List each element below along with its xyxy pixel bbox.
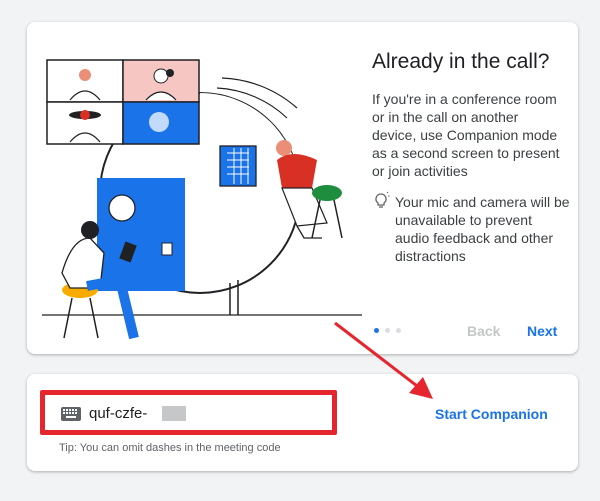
slide-description: If you're in a conference room or in the…: [372, 91, 560, 179]
meeting-code-field[interactable]: [40, 390, 337, 435]
companion-mode-intro-card: Already in the call? If you're in a conf…: [27, 22, 578, 354]
mic-camera-note: Your mic and camera will be unavailable …: [395, 194, 570, 264]
pagination-dot[interactable]: [396, 328, 401, 333]
keyboard-icon: [61, 407, 81, 421]
meeting-code-tip: Tip: You can omit dashes in the meeting …: [59, 442, 281, 454]
start-companion-button[interactable]: Start Companion: [435, 406, 548, 422]
back-button[interactable]: Back: [467, 323, 500, 339]
pagination-dot[interactable]: [385, 328, 390, 333]
companion-illustration: [42, 59, 362, 340]
pagination-dot-active[interactable]: [374, 328, 379, 333]
lightbulb-icon: [375, 191, 390, 208]
next-button[interactable]: Next: [527, 323, 557, 339]
slide-title: Already in the call?: [372, 50, 550, 73]
redacted-code-segment: [162, 406, 186, 421]
slide-pagination: [374, 328, 401, 333]
